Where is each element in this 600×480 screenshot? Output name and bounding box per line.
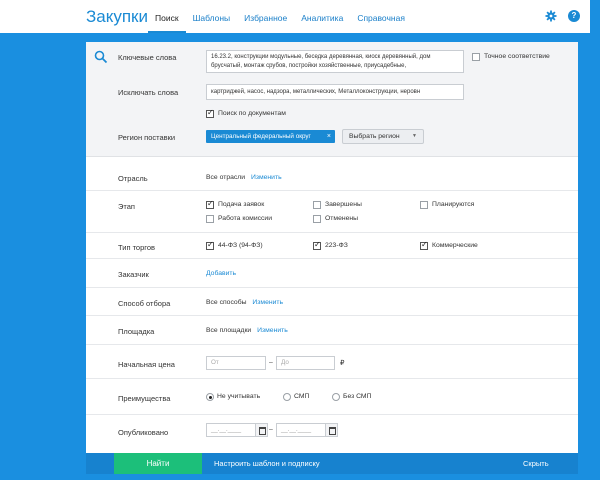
trade-type-label-44fz: 44-ФЗ (94-ФЗ): [218, 242, 263, 249]
doc-search-label: Поиск по документам: [218, 110, 286, 117]
footer-bar: Найти Настроить шаблон и подписку Скрыть: [86, 453, 578, 474]
help-icon[interactable]: ?: [568, 10, 580, 22]
customer-label: Заказчик: [118, 270, 149, 279]
trade-type-label: Тип торгов: [118, 243, 156, 252]
scrollbar[interactable]: [590, 0, 600, 480]
divider: [86, 287, 578, 288]
tab-reference[interactable]: Справочная: [350, 0, 412, 33]
app-title[interactable]: Закупки: [86, 7, 148, 27]
stage-label-cancelled: Отменены: [325, 215, 359, 222]
exact-match-checkbox[interactable]: [472, 53, 480, 61]
selection-value-text: Все способы: [206, 299, 247, 306]
stage-checkbox-commission[interactable]: [206, 215, 214, 223]
find-button[interactable]: Найти: [114, 453, 202, 474]
configure-template-link[interactable]: Настроить шаблон и подписку: [214, 453, 320, 474]
exact-match-label: Точное соответствие: [484, 53, 550, 60]
platform-value-text: Все площадки: [206, 327, 252, 334]
stage-checkbox-cancelled[interactable]: [313, 215, 321, 223]
price-label: Начальная цена: [118, 360, 175, 369]
platform-change-link[interactable]: Изменить: [257, 327, 288, 334]
price-dash: –: [269, 359, 273, 366]
industry-label: Отрасль: [118, 174, 148, 183]
region-tag[interactable]: Центральный федеральный округ ×: [206, 130, 335, 143]
stage-checkbox-completed[interactable]: [313, 201, 321, 209]
hide-link[interactable]: Скрыть: [523, 453, 549, 474]
keywords-textarea[interactable]: 16.23.2, конструкции модульные, беседка …: [206, 50, 464, 73]
advantage-label-smp: СМП: [294, 393, 310, 400]
choose-region-button[interactable]: Выбрать регион ▼: [342, 129, 424, 144]
currency-symbol: ₽: [340, 360, 345, 367]
published-dash: –: [269, 426, 273, 433]
trade-type-label-commercial: Коммерческие: [432, 242, 478, 249]
calendar-icon[interactable]: [325, 424, 337, 436]
region-label: Регион поставки: [118, 133, 176, 142]
selection-change-link[interactable]: Изменить: [252, 299, 283, 306]
advantage-label-no-smp: Без СМП: [343, 393, 372, 400]
trade-type-label-223fz: 223-ФЗ: [325, 242, 348, 249]
price-to-input[interactable]: До: [276, 356, 335, 370]
divider: [86, 344, 578, 345]
published-label: Опубликовано: [118, 428, 169, 437]
tab-templates[interactable]: Шаблоны: [186, 0, 238, 33]
industry-value: Все отрасли Изменить: [206, 174, 282, 181]
main-nav: Поиск Шаблоны Избранное Аналитика Справо…: [148, 0, 412, 33]
divider: [86, 414, 578, 415]
platform-label: Площадка: [118, 327, 155, 336]
tab-search[interactable]: Поиск: [148, 0, 186, 33]
keywords-block: Ключевые слова 16.23.2, конструкции моду…: [86, 42, 578, 157]
customer-add-link[interactable]: Добавить: [206, 270, 236, 277]
published-from-placeholder: __.__.____: [211, 427, 242, 433]
stage-label-commission: Работа комиссии: [218, 215, 273, 222]
advantage-radio-no-smp[interactable]: [332, 393, 340, 401]
close-icon[interactable]: ×: [327, 130, 331, 143]
divider: [86, 378, 578, 379]
stage-label-submission: Подача заявок: [218, 201, 265, 208]
tab-analytics[interactable]: Аналитика: [294, 0, 350, 33]
trade-type-checkbox-commercial[interactable]: [420, 240, 428, 250]
calendar-icon[interactable]: [255, 424, 267, 436]
stage-label-planned: Планируются: [432, 201, 475, 208]
search-form: Ключевые слова 16.23.2, конструкции моду…: [86, 42, 578, 453]
advantage-radio-ignore[interactable]: [206, 393, 214, 401]
selection-label: Способ отбора: [118, 299, 171, 308]
published-to-input[interactable]: __.__.____: [276, 423, 338, 437]
top-header: Закупки Поиск Шаблоны Избранное Аналитик…: [0, 0, 600, 33]
keywords-label: Ключевые слова: [118, 53, 177, 62]
advantages-label: Преимущества: [118, 394, 171, 403]
published-to-placeholder: __.__.____: [281, 427, 312, 433]
trade-type-checkbox-44fz[interactable]: [206, 240, 214, 250]
industry-change-link[interactable]: Изменить: [251, 174, 282, 181]
advantage-label-ignore: Не учитывать: [217, 393, 261, 400]
industry-value-text: Все отрасли: [206, 174, 246, 181]
exclude-input[interactable]: картриджей, насос, надзора, металлически…: [206, 84, 464, 100]
platform-value: Все площадки Изменить: [206, 327, 288, 334]
stage-label-completed: Завершены: [325, 201, 362, 208]
divider: [86, 190, 578, 191]
divider: [86, 258, 578, 259]
published-from-input[interactable]: __.__.____: [206, 423, 268, 437]
gear-icon[interactable]: [545, 10, 557, 22]
exclude-label: Исключать слова: [118, 88, 179, 97]
chevron-down-icon: ▼: [412, 133, 417, 139]
selection-value: Все способы Изменить: [206, 299, 283, 306]
tab-favorites[interactable]: Избранное: [237, 0, 294, 33]
advantage-radio-smp[interactable]: [283, 393, 291, 401]
stage-checkbox-submission[interactable]: [206, 199, 214, 209]
trade-type-checkbox-223fz[interactable]: [313, 240, 321, 250]
stage-checkbox-planned[interactable]: [420, 201, 428, 209]
divider: [86, 232, 578, 233]
choose-region-label: Выбрать регион: [349, 133, 400, 140]
doc-search-checkbox[interactable]: [206, 108, 214, 118]
divider: [86, 315, 578, 316]
stage-label: Этап: [118, 202, 135, 211]
price-from-input[interactable]: От: [206, 356, 266, 370]
search-icon: [94, 50, 108, 64]
region-tag-label: Центральный федеральный округ: [211, 133, 311, 140]
